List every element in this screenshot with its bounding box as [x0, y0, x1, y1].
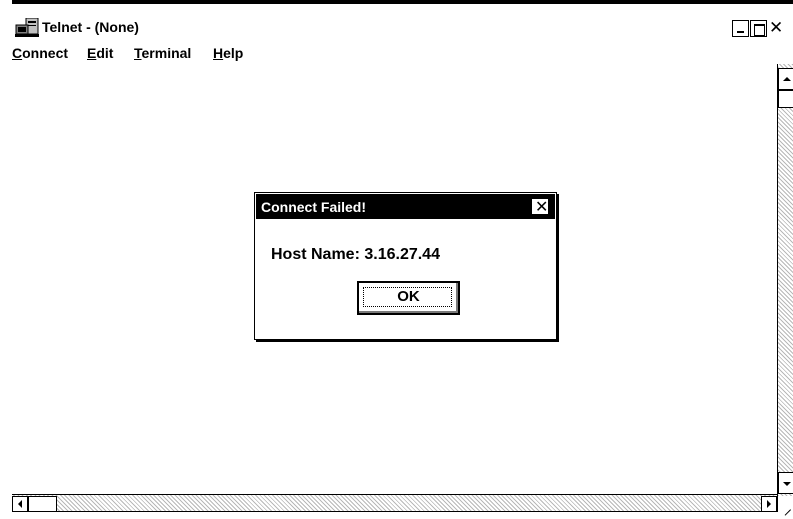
- arrow-up-icon: [783, 77, 791, 81]
- minimize-icon[interactable]: [732, 20, 749, 37]
- size-grip[interactable]: [777, 496, 793, 512]
- close-icon[interactable]: ✕: [768, 18, 788, 37]
- menu-bar: Connect Edit Terminal Help: [12, 42, 793, 64]
- menu-connect[interactable]: Connect: [12, 45, 68, 61]
- ok-button[interactable]: OK: [357, 281, 460, 315]
- window-top-border: [12, 0, 793, 4]
- arrow-right-icon: [767, 500, 771, 508]
- dialog-message: Host Name: 3.16.27.44: [271, 246, 440, 263]
- arrow-left-icon: [18, 500, 22, 508]
- dialog-close-button[interactable]: ✕: [531, 198, 549, 216]
- close-icon: ✕: [535, 199, 549, 216]
- window-title: Telnet - (None): [42, 19, 139, 35]
- horizontal-scrollbar[interactable]: [12, 494, 777, 512]
- arrow-down-icon: [783, 482, 791, 486]
- scroll-up-button[interactable]: [778, 68, 793, 90]
- menu-terminal[interactable]: Terminal: [134, 45, 191, 61]
- window-titlebar[interactable]: Telnet - (None) ✕: [12, 14, 793, 40]
- scroll-left-button[interactable]: [12, 496, 28, 512]
- dialog-titlebar[interactable]: Connect Failed! ✕: [256, 194, 555, 219]
- vertical-scrollbar[interactable]: [777, 64, 793, 496]
- telnet-computer-icon: [15, 18, 39, 37]
- ok-button-label: OK: [397, 288, 420, 305]
- vertical-scroll-thumb[interactable]: [778, 90, 793, 108]
- scroll-right-button[interactable]: [761, 496, 777, 512]
- maximize-icon[interactable]: [750, 20, 767, 37]
- connect-failed-dialog: Connect Failed! ✕ Host Name: 3.16.27.44 …: [254, 192, 557, 340]
- menu-help[interactable]: Help: [213, 45, 243, 61]
- scroll-down-button[interactable]: [778, 472, 793, 494]
- menu-edit[interactable]: Edit: [87, 45, 113, 61]
- dialog-title: Connect Failed!: [261, 199, 367, 215]
- horizontal-scroll-thumb[interactable]: [28, 496, 57, 512]
